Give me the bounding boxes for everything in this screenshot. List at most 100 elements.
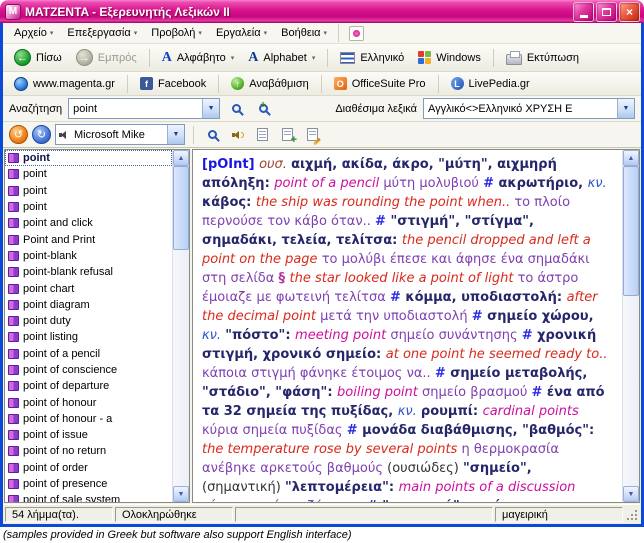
- title-bar[interactable]: M MATZENTA - Εξερευνητής Λεξικών II ×: [0, 0, 644, 23]
- list-item[interactable]: point and click: [5, 215, 172, 231]
- list-item[interactable]: point of a pencil: [5, 346, 172, 362]
- search-button[interactable]: [226, 98, 247, 119]
- zoom-button[interactable]: [202, 124, 223, 145]
- print-button[interactable]: Εκτύπωση: [500, 49, 585, 67]
- history-back-button[interactable]: ↺: [9, 125, 28, 144]
- separator: [126, 74, 128, 93]
- word-list: point point point point point and click Point…: [5, 150, 172, 502]
- scroll-track[interactable]: [623, 166, 639, 486]
- advanced-search-button[interactable]: [253, 98, 274, 119]
- list-item[interactable]: point of conscience: [5, 362, 172, 378]
- windows-keyboard-button[interactable]: Windows: [412, 49, 487, 66]
- separator: [320, 74, 322, 93]
- forward-button[interactable]: → Εμπρός: [70, 47, 143, 68]
- entry-segment-tr: μετά την υποδιαστολή: [320, 309, 472, 324]
- menu-item-edit[interactable]: Επεξεργασία ▾: [60, 25, 144, 41]
- scroll-thumb[interactable]: [623, 166, 639, 296]
- magnifier-icon: [208, 130, 217, 139]
- upgrade-icon: ↑: [231, 77, 245, 90]
- list-item-label: point of no return: [23, 445, 107, 458]
- scroll-track[interactable]: [173, 166, 189, 486]
- list-item-label: point: [23, 201, 47, 214]
- entry-segment-kv: κν.: [397, 404, 421, 419]
- search-input[interactable]: [69, 102, 203, 115]
- printer-icon: [505, 50, 522, 65]
- word-list-pane: point point point point point and click Point…: [4, 149, 190, 503]
- link-upgrade[interactable]: ↑ Αναβάθμιση: [225, 75, 315, 92]
- dictionary-combo-dropdown[interactable]: ▼: [617, 99, 634, 118]
- list-item[interactable]: point of order: [5, 460, 172, 476]
- scroll-down-button[interactable]: ▼: [173, 486, 189, 502]
- separator: [437, 74, 439, 93]
- speak-entry-button[interactable]: [227, 124, 248, 145]
- list-item[interactable]: point of honour - a: [5, 411, 172, 427]
- list-item-label: point: [23, 168, 47, 181]
- link-livepedia[interactable]: L LivePedia.gr: [445, 75, 536, 92]
- scroll-up-button[interactable]: ▲: [623, 150, 639, 166]
- voice-combo[interactable]: Microsoft Mike ▼: [55, 124, 185, 145]
- list-item[interactable]: point of no return: [5, 443, 172, 459]
- list-item[interactable]: point: [5, 166, 172, 182]
- list-item[interactable]: point-blank refusal: [5, 264, 172, 280]
- link-officesuite[interactable]: O OfficeSuite Pro: [328, 75, 432, 92]
- entry-segment-gloss: σημείο χώρου,: [487, 309, 594, 324]
- word-list-scrollbar[interactable]: ▲ ▼: [172, 150, 189, 502]
- list-item[interactable]: point: [5, 150, 172, 167]
- list-item[interactable]: point of sale system: [5, 492, 172, 502]
- book-icon: [8, 267, 19, 278]
- copy-entry-button[interactable]: [252, 124, 273, 145]
- edit-notes-button[interactable]: [302, 124, 323, 145]
- book-icon: [8, 365, 19, 375]
- greek-keyboard-button[interactable]: Ελληνικό: [334, 50, 410, 66]
- scroll-thumb[interactable]: [173, 166, 189, 250]
- list-item[interactable]: point of issue: [5, 427, 172, 443]
- history-forward-button[interactable]: ↻: [32, 125, 51, 144]
- dictionary-combo[interactable]: Αγγλικό<>Ελληνικό ΧΡΥΣΗ Ε ▼: [423, 98, 635, 119]
- list-item-label: point of honour: [23, 396, 97, 409]
- list-item[interactable]: point chart: [5, 280, 172, 296]
- chevron-down-icon: ▾: [263, 30, 268, 37]
- menu-item-label: Βοήθεια: [281, 27, 321, 39]
- chevron-down-icon: ▾: [49, 30, 54, 37]
- scroll-up-button[interactable]: ▲: [173, 150, 189, 166]
- list-item[interactable]: point listing: [5, 329, 172, 345]
- list-item[interactable]: point of presence: [5, 476, 172, 492]
- list-item[interactable]: point of departure: [5, 378, 172, 394]
- list-item[interactable]: point diagram: [5, 297, 172, 313]
- list-item[interactable]: Point and Print: [5, 231, 172, 247]
- book-icon: [8, 185, 19, 196]
- resize-grip[interactable]: [625, 507, 639, 522]
- page-plus-icon: [282, 128, 297, 146]
- livepedia-icon: L: [450, 77, 464, 90]
- voice-combo-dropdown[interactable]: ▼: [167, 125, 184, 144]
- book-icon: [8, 381, 19, 392]
- voice-value: Microsoft Mike: [74, 128, 145, 141]
- list-item[interactable]: point: [5, 183, 172, 199]
- search-combo-dropdown[interactable]: ▼: [202, 99, 220, 118]
- link-magenta-site[interactable]: www.magenta.gr: [8, 75, 121, 93]
- alphabet-english-button[interactable]: A Alphabet ▾: [242, 49, 321, 67]
- close-icon: ×: [625, 4, 633, 19]
- maximize-button[interactable]: [596, 1, 617, 22]
- list-item[interactable]: point: [5, 199, 172, 215]
- list-item[interactable]: point duty: [5, 313, 172, 329]
- entry-scrollbar[interactable]: ▲ ▼: [622, 150, 639, 502]
- entry-segment-phr: point of a pencil: [274, 176, 384, 191]
- list-item[interactable]: point of honour: [5, 394, 172, 410]
- menu-item-tools[interactable]: Εργαλεία ▾: [209, 25, 274, 41]
- alphabet-greek-button[interactable]: A Αλφάβητο ▾: [156, 49, 241, 67]
- link-facebook[interactable]: f Facebook: [134, 75, 212, 92]
- menu-item-view[interactable]: Προβολή ▾: [144, 25, 209, 41]
- page-pencil-icon: [307, 128, 318, 141]
- close-button[interactable]: ×: [619, 1, 640, 22]
- list-item[interactable]: point-blank: [5, 248, 172, 264]
- entry-segment-phr: cardinal points: [482, 404, 579, 419]
- add-entry-button[interactable]: [277, 124, 298, 146]
- sound-wave-icon: [241, 131, 244, 138]
- back-button[interactable]: ← Πίσω: [8, 47, 68, 68]
- magenta-icon[interactable]: [349, 25, 365, 41]
- minimize-button[interactable]: [573, 1, 594, 22]
- menu-item-help[interactable]: Βοήθεια ▾: [274, 25, 334, 41]
- scroll-down-button[interactable]: ▼: [623, 486, 639, 502]
- menu-item-file[interactable]: Αρχείο ▾: [7, 25, 60, 41]
